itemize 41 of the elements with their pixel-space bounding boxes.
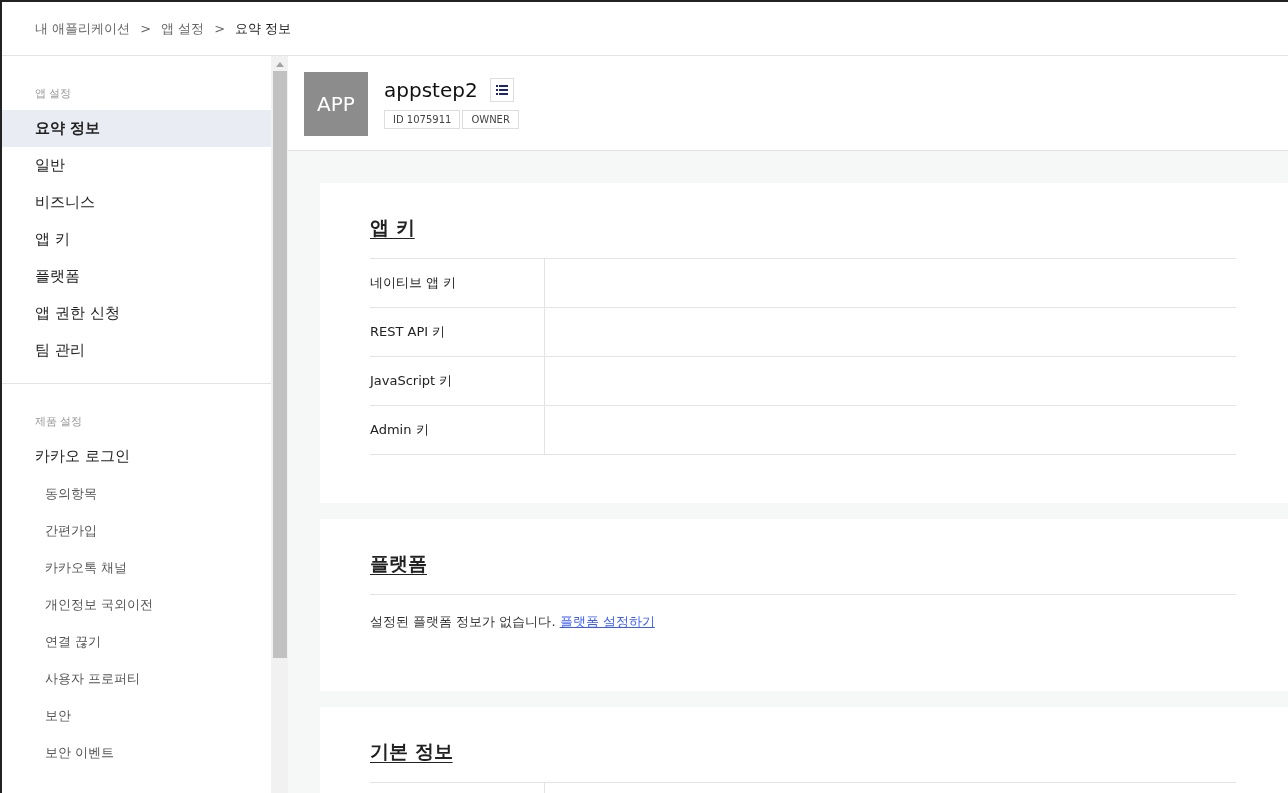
sidebar-subitem[interactable]: 카카오톡 채널 bbox=[2, 549, 271, 586]
section-title: 제품 설정 bbox=[34, 414, 84, 430]
breadcrumb-link[interactable]: 내 애플리케이션 bbox=[35, 19, 131, 38]
row-label: 네이티브 앱 키 bbox=[370, 259, 545, 307]
sidebar-item[interactable]: 앱 키 bbox=[2, 221, 271, 258]
card-title: 앱 키 bbox=[370, 215, 415, 240]
badge: OWNER bbox=[462, 110, 519, 129]
card-title: 플랫폼 bbox=[370, 551, 427, 576]
row-label: REST API 키 bbox=[370, 308, 545, 356]
breadcrumb-link[interactable]: 앱 설정 bbox=[161, 19, 205, 38]
section-title: 앱 설정 bbox=[34, 86, 73, 102]
app-name: appstep2 bbox=[384, 78, 478, 102]
sidebar-item[interactable]: 카카오 로그인 bbox=[2, 438, 271, 475]
sidebar-item[interactable]: 일반 bbox=[2, 147, 271, 184]
scroll-up-icon[interactable] bbox=[275, 62, 284, 67]
sidebar-subitem[interactable]: 동의항목 bbox=[2, 475, 271, 512]
scrollbar-thumb[interactable] bbox=[272, 71, 287, 658]
sidebar-item[interactable]: 플랫폼 bbox=[2, 258, 271, 295]
app-icon: APP bbox=[304, 72, 368, 136]
scrollbar[interactable] bbox=[271, 56, 288, 793]
sidebar-item[interactable]: 앱 권한 신청 bbox=[2, 295, 271, 332]
sidebar-subitem[interactable]: 개인정보 국외이전 bbox=[2, 586, 271, 623]
settings-link[interactable]: 플랫폼 설정하기 bbox=[559, 614, 655, 629]
card-title: 기본 정보 bbox=[370, 739, 453, 764]
sidebar-subitem[interactable]: 간편가입 bbox=[2, 512, 271, 549]
sidebar-item[interactable]: 요약 정보 bbox=[2, 110, 271, 147]
sidebar-item[interactable]: 비즈니스 bbox=[2, 184, 271, 221]
row-label: Admin 키 bbox=[370, 406, 545, 454]
breadcrumb-separator: > bbox=[140, 21, 152, 36]
sidebar-subitem[interactable]: 보안 bbox=[2, 697, 271, 734]
badge: ID 1075911 bbox=[384, 110, 461, 129]
list-icon bbox=[495, 85, 508, 95]
sidebar-subitem[interactable]: 보안 이벤트 bbox=[2, 734, 271, 771]
message-text: 설정된 플랫폼 정보가 없습니다. 플랫폼 설정하기 bbox=[370, 594, 1236, 643]
sidebar-item[interactable]: 팀 관리 bbox=[2, 332, 271, 369]
menu-button[interactable] bbox=[489, 78, 514, 102]
row-label: JavaScript 키 bbox=[370, 357, 545, 405]
sidebar-subitem[interactable]: 연결 끊기 bbox=[2, 623, 271, 660]
breadcrumb-separator: > bbox=[214, 21, 226, 36]
sidebar-subitem[interactable]: 사용자 프로퍼티 bbox=[2, 660, 271, 697]
breadcrumb-link[interactable]: 요약 정보 bbox=[235, 19, 292, 38]
